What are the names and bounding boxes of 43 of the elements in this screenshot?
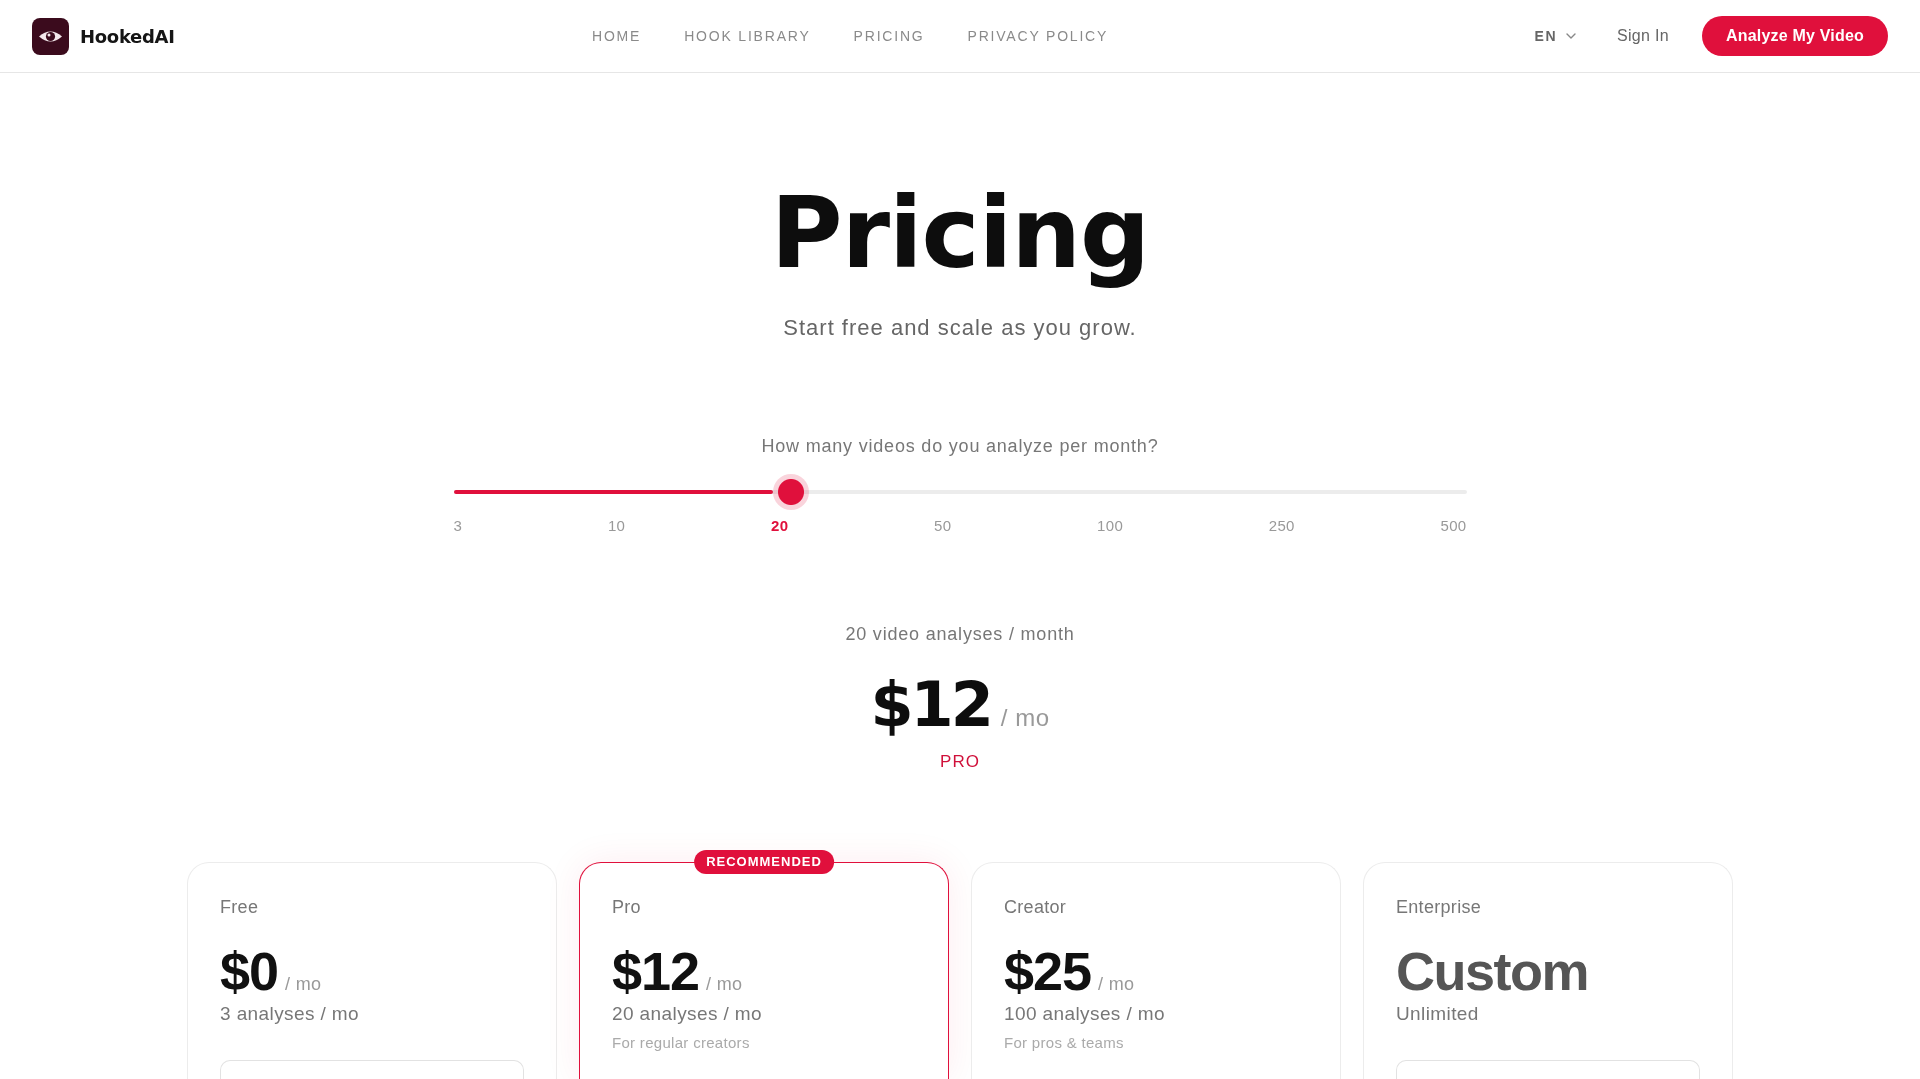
tick-label: 3	[453, 516, 463, 536]
tick-label: 250	[1268, 516, 1295, 536]
plan-quota: 20 analyses / mo	[612, 1001, 764, 1026]
plan-price: $25	[1004, 941, 1092, 1001]
page-title: Pricing	[770, 175, 1150, 291]
plan-name: Pro	[612, 895, 642, 919]
analyze-video-button[interactable]: Analyze My Video	[1701, 16, 1888, 56]
plan-name: Creator	[1004, 896, 1068, 919]
page-subtitle: Start free and scale as you grow.	[783, 314, 1137, 342]
plan-price: $0	[220, 941, 279, 1001]
plan-note: For regular creators	[612, 1032, 751, 1053]
plan-name: Free	[220, 896, 260, 919]
nav-link[interactable]: HOOK LIBRARY	[684, 28, 811, 44]
language-selector[interactable]: EN	[1534, 28, 1576, 44]
recommended-badge: RECOMMENDED	[694, 850, 834, 874]
usage-summary: 20 video analyses / month	[845, 623, 1075, 646]
nav-link[interactable]: HOME	[592, 28, 642, 44]
nav-link[interactable]: PRICING	[853, 28, 925, 44]
plan-period: / mo	[706, 973, 743, 995]
tick-label: 500	[1440, 516, 1467, 536]
eye-logo-icon	[32, 17, 69, 55]
slider-question: How many videos do you analyze per month?	[761, 435, 1159, 458]
plan-note: For pros & teams	[1004, 1033, 1125, 1053]
plan-quota: Unlimited	[1396, 1002, 1480, 1026]
sign-in-link[interactable]: Sign In	[1617, 27, 1669, 45]
nav-link[interactable]: PRIVACY POLICY	[967, 28, 1109, 44]
plan-quota: 3 analyses / mo	[220, 1002, 361, 1026]
tick-label: 10	[607, 516, 626, 536]
plan-price: $12	[612, 940, 700, 1001]
plan-period: / mo	[285, 974, 322, 995]
plan-label: PRO	[940, 751, 980, 773]
plan-quota: 100 analyses / mo	[1004, 1002, 1166, 1026]
tick-label: 50	[934, 516, 952, 536]
chevron-down-icon	[1566, 33, 1576, 39]
tick-label: 20	[771, 516, 789, 536]
brand-name: HookedAI	[80, 25, 175, 47]
plan-name: Enterprise	[1396, 896, 1483, 919]
slider-thumb[interactable]	[772, 474, 809, 510]
price-period: / mo	[1000, 704, 1050, 732]
plan-period: / mo	[1098, 974, 1135, 995]
price-amount: $12	[870, 670, 991, 740]
plan-price: Custom	[1396, 941, 1588, 1001]
tick-label: 100	[1097, 516, 1124, 536]
